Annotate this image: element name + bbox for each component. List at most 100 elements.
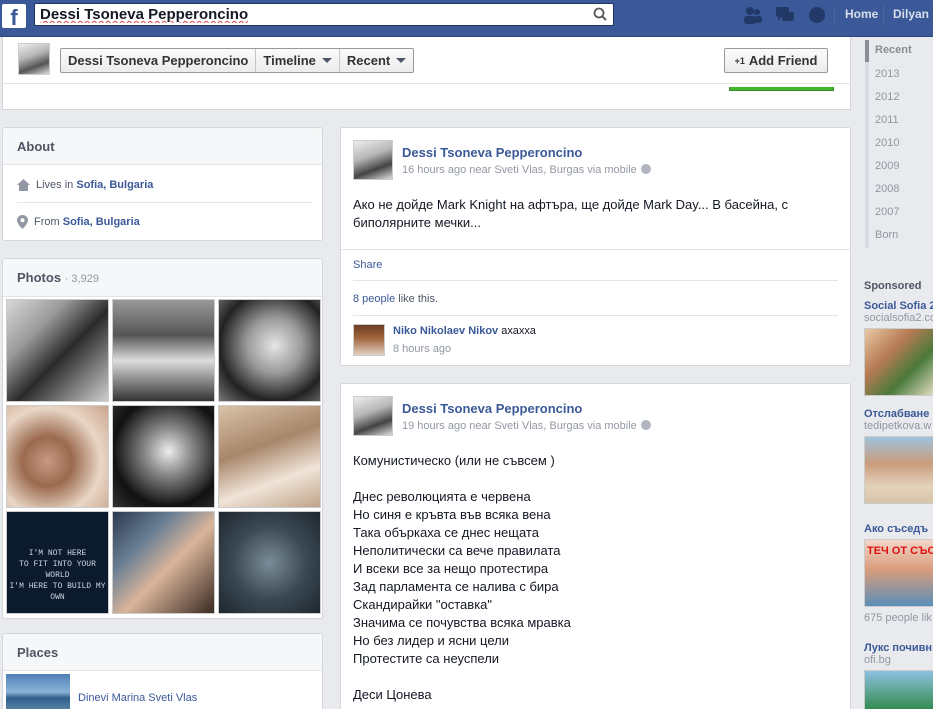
timeline-item[interactable]: 2010	[875, 137, 899, 149]
likes-line: 8 people like this.	[353, 293, 438, 305]
timeline-item[interactable]: 2009	[875, 160, 899, 172]
profile-nav-buttons: Dessi Tsoneva Pepperoncino Timeline Rece…	[60, 48, 415, 73]
timeline-item[interactable]: 2007	[875, 206, 899, 218]
places-title[interactable]: Places	[3, 634, 322, 671]
photos-title[interactable]: Photos	[17, 270, 61, 285]
ad-image[interactable]	[864, 670, 933, 709]
photos-header: Photos · 3,929	[3, 259, 322, 297]
timeline-item[interactable]: 2013	[875, 68, 899, 80]
comment-text: ахахха	[501, 325, 536, 337]
lives-place-link[interactable]: Sofia, Bulgaria	[76, 179, 153, 191]
places-box: Places Dinevi Marina Sveti Vlas	[2, 633, 323, 709]
facebook-logo[interactable]: f	[2, 4, 26, 28]
comment-time: 8 hours ago	[393, 343, 452, 355]
ad-item[interactable]: Social Sofia 2 socialsofia2.co	[864, 300, 933, 396]
timeline-label: Timeline	[263, 53, 316, 68]
lives-prefix: Lives in	[36, 179, 74, 191]
post-card: Dessi Tsoneva Pepperoncino 19 hours ago …	[340, 383, 851, 709]
about-title[interactable]: About	[3, 128, 322, 165]
post-author-link[interactable]: Dessi Tsoneva Pepperoncino	[402, 401, 582, 416]
timeline-item[interactable]: 2008	[875, 183, 899, 195]
sponsored-header: Sponsored	[864, 278, 933, 292]
sponsored-title: Sponsored	[864, 280, 922, 292]
post-author-link[interactable]: Dessi Tsoneva Pepperoncino	[402, 145, 582, 160]
avatar[interactable]	[353, 396, 393, 436]
search-icon[interactable]	[593, 7, 607, 21]
ad-likes: 675 people lik	[864, 612, 932, 624]
ad-image-text: ТЕЧ ОТ СЪС	[867, 545, 933, 557]
about-divider	[17, 202, 312, 203]
about-box: About Lives in Sofia, Bulgaria From Sofi…	[2, 127, 323, 241]
search-input[interactable]	[35, 4, 575, 25]
photo-thumbnail[interactable]: I'M NOT HERE TO FIT INTO YOUR WORLD I'M …	[6, 511, 109, 614]
nav-separator	[883, 5, 884, 25]
profile-header: Dessi Tsoneva Pepperoncino Timeline Rece…	[2, 37, 851, 110]
ad-item[interactable]: Лукс почивн ofi.bg	[864, 642, 933, 709]
notifications-globe-icon[interactable]	[807, 6, 827, 24]
ad-image[interactable]	[864, 436, 933, 504]
photo-thumbnail[interactable]	[218, 511, 321, 614]
friend-requests-icon[interactable]	[743, 6, 763, 24]
ad-title[interactable]: Ако съседъ	[864, 523, 933, 535]
photo-text-line: I'M NOT HERE	[28, 549, 87, 558]
timeline-item[interactable]: 2012	[875, 91, 899, 103]
ad-item[interactable]: Ако съседъ ТЕЧ ОТ СЪС 675 people lik	[864, 523, 933, 624]
timeline-dropdown[interactable]: Timeline	[256, 49, 340, 72]
share-link[interactable]: Share	[353, 259, 382, 271]
ad-title[interactable]: Social Sofia 2	[864, 300, 933, 312]
recent-label: Recent	[346, 53, 391, 68]
about-from: From Sofia, Bulgaria	[17, 215, 140, 229]
ad-url: socialsofia2.co	[864, 312, 933, 324]
location-pin-icon	[17, 215, 28, 229]
header-divider	[3, 83, 850, 84]
likes-suffix: like this.	[395, 293, 439, 305]
post-meta: 16 hours ago near Sveti Vlas, Burgas via…	[402, 164, 651, 176]
place-link[interactable]: Dinevi Marina Sveti Vlas	[78, 692, 197, 704]
commenter-name-link[interactable]: Niko Nikolaev Nikov	[393, 325, 498, 337]
photo-thumbnail[interactable]	[218, 405, 321, 508]
photo-thumbnail[interactable]	[112, 511, 215, 614]
chevron-down-icon	[321, 58, 332, 63]
photos-count: · 3,929	[64, 273, 99, 285]
home-icon	[17, 179, 30, 191]
timeline-item[interactable]: Born	[875, 229, 898, 241]
photo-thumbnail[interactable]	[112, 299, 215, 402]
recent-dropdown[interactable]: Recent	[340, 49, 413, 72]
photo-thumbnail[interactable]	[6, 299, 109, 402]
ad-title[interactable]: Отслабване	[864, 408, 933, 420]
from-place-link[interactable]: Sofia, Bulgaria	[63, 216, 140, 228]
photo-thumbnail[interactable]	[112, 405, 215, 508]
search-box[interactable]	[34, 3, 614, 26]
timeline-scrubber: Recent 2013 2012 2011 2010 2009 2008 200…	[862, 37, 933, 252]
ad-image[interactable]: ТЕЧ ОТ СЪС	[864, 539, 933, 607]
ad-image[interactable]	[864, 328, 933, 396]
timeline-item[interactable]: 2011	[875, 114, 899, 126]
commenter-avatar[interactable]	[353, 324, 385, 356]
globe-icon	[640, 420, 651, 430]
photo-text-line: I'M HERE TO BUILD MY OWN	[9, 582, 106, 602]
photos-grid: I'M NOT HERE TO FIT INTO YOUR WORLD I'M …	[6, 299, 324, 614]
photo-thumbnail[interactable]	[6, 405, 109, 508]
profile-name-label: Dessi Tsoneva Pepperoncino	[68, 53, 249, 68]
add-friend-icon: +1	[734, 55, 745, 66]
photos-box: Photos · 3,929 I'M NOT HERE TO FIT INTO …	[2, 258, 323, 619]
post-text: Комунистическо (или не съвсем ) Днес рев…	[353, 453, 571, 702]
ad-title[interactable]: Лукс почивн	[864, 642, 933, 654]
timeline-active-marker	[865, 40, 869, 62]
add-friend-button[interactable]: +1 Add Friend	[724, 48, 828, 73]
timeline-track	[865, 40, 869, 248]
avatar[interactable]	[353, 140, 393, 180]
nav-home-link[interactable]: Home	[845, 7, 878, 21]
nav-user-link[interactable]: Dilyan	[893, 7, 929, 21]
place-thumbnail[interactable]	[6, 674, 70, 709]
messages-icon[interactable]	[775, 6, 795, 24]
profile-thumbnail[interactable]	[18, 43, 50, 75]
ad-item[interactable]: Отслабване tedipetkova.w	[864, 408, 933, 504]
profile-name-button[interactable]: Dessi Tsoneva Pepperoncino	[61, 49, 257, 72]
post-card: Dessi Tsoneva Pepperoncino 16 hours ago …	[340, 127, 851, 366]
photo-thumbnail[interactable]	[218, 299, 321, 402]
likes-count-link[interactable]: 8 people	[353, 293, 395, 305]
post-meta: 19 hours ago near Sveti Vlas, Burgas via…	[402, 420, 651, 432]
about-lives-in: Lives in Sofia, Bulgaria	[17, 179, 153, 191]
timeline-item[interactable]: Recent	[875, 44, 912, 56]
